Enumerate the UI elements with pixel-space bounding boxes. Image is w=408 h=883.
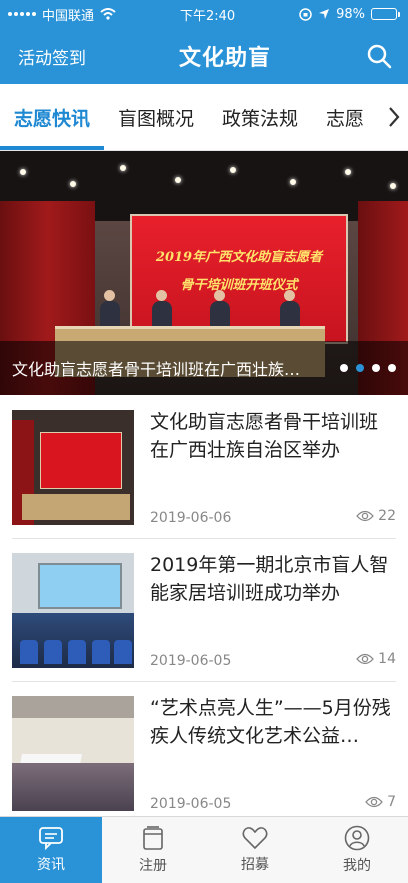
- nav-mine[interactable]: 我的: [306, 817, 408, 883]
- tab-label: 志愿快讯: [14, 107, 91, 130]
- location-icon: [319, 9, 330, 19]
- news-thumbnail: [12, 410, 134, 525]
- carousel-dot[interactable]: [340, 364, 348, 372]
- top-bar: 中国联通 下午2:40 98% 活动签到 文化助盲: [0, 0, 408, 84]
- tab-label: 政策法规: [222, 107, 299, 130]
- nav-label: 资讯: [37, 857, 65, 873]
- tab-volunteer[interactable]: 志愿: [312, 84, 378, 150]
- news-date: 2019-06-05: [150, 653, 232, 669]
- battery-icon: [371, 8, 400, 20]
- news-title: “艺术点亮人生”——5月份残疾人传统文化艺术公益…: [150, 697, 391, 747]
- featured-carousel[interactable]: 2019年广西文化助盲志愿者 骨干培训班开班仪式 文化助盲志愿者骨干培训班在广西…: [0, 151, 408, 395]
- tab-policies[interactable]: 政策法规: [208, 84, 312, 150]
- news-list: 文化助盲志愿者骨干培训班在广西壮族自治区举办 2019-06-06 22 201…: [0, 396, 408, 825]
- category-tabs: 志愿快讯 盲图概况 政策法规 志愿: [0, 84, 408, 151]
- nav-register[interactable]: 注册: [102, 817, 204, 883]
- view-count: 14: [378, 651, 396, 667]
- carrier-label: 中国联通: [42, 8, 95, 24]
- heart-icon: [242, 827, 268, 850]
- tab-label: 盲图概况: [118, 107, 195, 130]
- stage-light: [70, 181, 76, 187]
- view-count: 22: [378, 508, 396, 524]
- person: [152, 290, 172, 329]
- person: [210, 290, 230, 329]
- app-header: 活动签到 文化助盲: [0, 28, 408, 84]
- nav-news[interactable]: 资讯: [0, 817, 102, 883]
- screen-text-line1: 2019年广西文化助盲志愿者: [155, 250, 323, 265]
- stage-light: [290, 179, 296, 185]
- search-icon: [367, 44, 392, 69]
- nav-recruit[interactable]: 招募: [204, 817, 306, 883]
- nav-label: 注册: [139, 858, 167, 874]
- news-views: 14: [356, 651, 396, 667]
- search-button[interactable]: [364, 41, 394, 71]
- eye-icon: [356, 653, 375, 665]
- carousel-indicator[interactable]: [340, 364, 396, 372]
- carousel-caption: 文化助盲志愿者骨干培训班在广西壮族…: [0, 341, 408, 395]
- nav-label: 我的: [343, 858, 371, 874]
- rotation-lock-icon: [299, 7, 312, 21]
- user-icon: [344, 825, 370, 851]
- tab-library-overview[interactable]: 盲图概况: [104, 84, 208, 150]
- carousel-caption-text: 文化助盲志愿者骨干培训班在广西壮族…: [12, 360, 301, 379]
- eye-icon: [365, 796, 383, 808]
- tabs-scroll-button[interactable]: [380, 84, 408, 150]
- document-icon: [143, 826, 163, 850]
- carousel-dot[interactable]: [388, 364, 396, 372]
- carousel-dot[interactable]: [356, 364, 364, 372]
- person: [100, 290, 120, 329]
- wifi-icon: [100, 8, 116, 20]
- tab-volunteer-news[interactable]: 志愿快讯: [0, 84, 105, 150]
- chevron-right-icon: [389, 107, 400, 127]
- status-time: 下午2:40: [179, 8, 236, 24]
- eye-icon: [356, 510, 375, 522]
- person: [280, 290, 300, 329]
- news-views: 22: [356, 508, 396, 524]
- stage-light: [230, 167, 236, 173]
- battery-percent: 98%: [336, 6, 365, 22]
- stage-light: [345, 169, 351, 175]
- carousel-dot[interactable]: [372, 364, 380, 372]
- checkin-link[interactable]: 活动签到: [18, 44, 86, 69]
- bottom-navigation: 资讯 注册 招募 我的: [0, 816, 408, 883]
- news-thumbnail: [12, 696, 134, 811]
- chat-icon: [39, 827, 63, 850]
- page-title: 文化助盲: [178, 46, 271, 71]
- stage-light: [390, 183, 396, 189]
- nav-label: 招募: [241, 857, 269, 873]
- tab-label: 志愿: [326, 107, 365, 130]
- stage-light: [175, 177, 181, 183]
- status-bar: 中国联通 下午2:40 98%: [0, 0, 408, 28]
- stage-light: [20, 169, 26, 175]
- news-views: 7: [365, 794, 396, 810]
- signal-icon: [8, 12, 36, 16]
- news-title: 2019年第一期北京市盲人智能家居培训班成功举办: [150, 554, 389, 604]
- news-date: 2019-06-06: [150, 510, 232, 526]
- news-title: 文化助盲志愿者骨干培训班在广西壮族自治区举办: [150, 411, 379, 461]
- stage-light: [120, 165, 126, 171]
- news-item[interactable]: “艺术点亮人生”——5月份残疾人传统文化艺术公益… 2019-06-05 7: [12, 682, 396, 825]
- news-thumbnail: [12, 553, 134, 668]
- view-count: 7: [387, 794, 396, 810]
- news-date: 2019-06-05: [150, 796, 232, 812]
- news-item[interactable]: 2019年第一期北京市盲人智能家居培训班成功举办 2019-06-05 14: [12, 539, 396, 682]
- news-item[interactable]: 文化助盲志愿者骨干培训班在广西壮族自治区举办 2019-06-06 22: [12, 396, 396, 539]
